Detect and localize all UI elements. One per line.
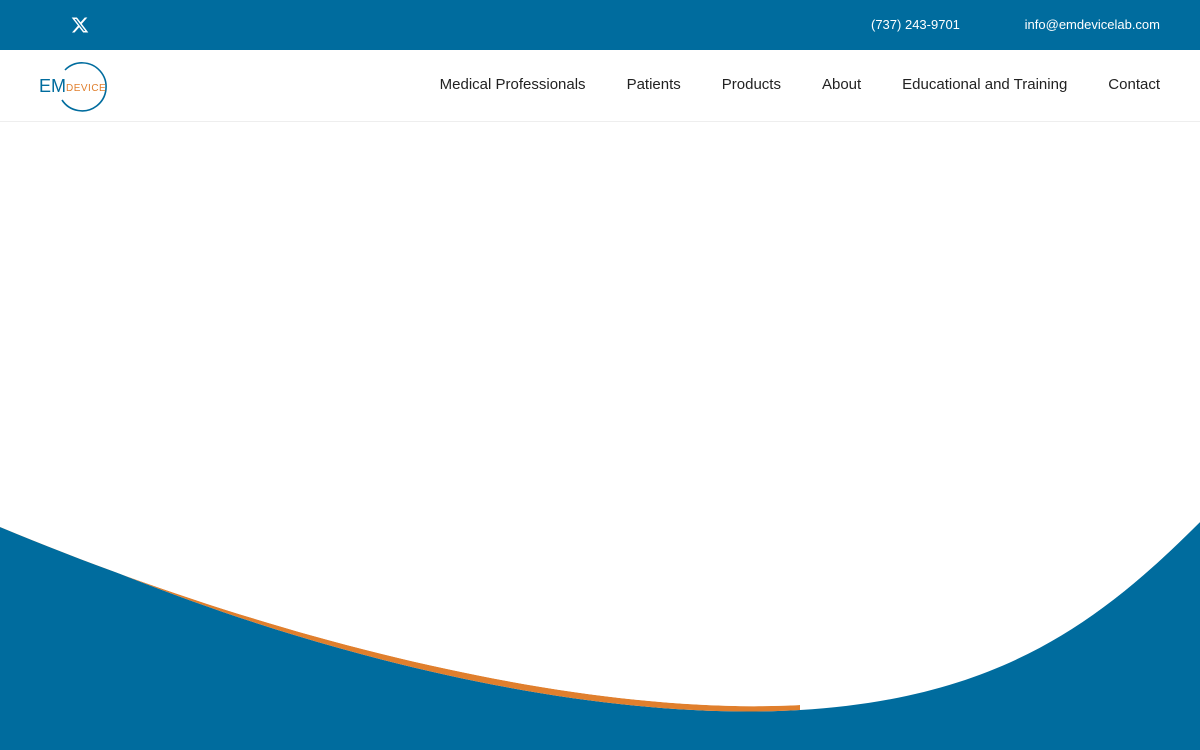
- hero-wave-decoration: [0, 122, 1200, 750]
- top-utility-bar: (737) 243-9701 info@emdevicelab.com: [0, 0, 1200, 50]
- x-twitter-icon[interactable]: [70, 15, 90, 35]
- nav-item-medical-professionals[interactable]: Medical Professionals: [440, 76, 586, 94]
- em-device-logo[interactable]: EM DEVICE: [38, 58, 118, 114]
- nav-item-contact[interactable]: Contact: [1108, 76, 1160, 94]
- site-header: EM DEVICE Medical Professionals Patients…: [0, 50, 1200, 122]
- phone-number-link[interactable]: (737) 243-9701: [871, 17, 960, 33]
- logo-em-text: EM: [39, 76, 66, 96]
- hero-section: [0, 122, 1200, 750]
- logo-device-text: DEVICE: [66, 83, 106, 94]
- nav-item-educational-and-training[interactable]: Educational and Training: [902, 76, 1067, 94]
- nav-item-products[interactable]: Products: [722, 76, 781, 94]
- main-navigation: Medical Professionals Patients Products …: [440, 76, 1160, 94]
- nav-item-about[interactable]: About: [822, 76, 861, 94]
- email-link[interactable]: info@emdevicelab.com: [1025, 17, 1160, 33]
- nav-item-patients[interactable]: Patients: [627, 76, 681, 94]
